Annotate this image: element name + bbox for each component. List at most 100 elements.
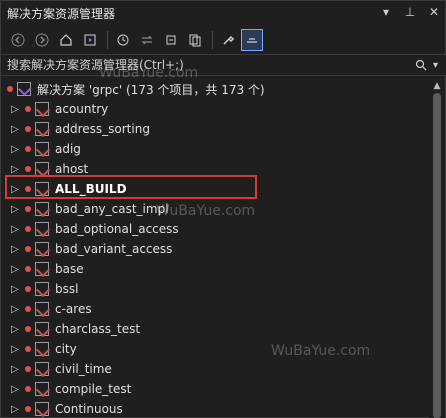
- project-icon: [35, 242, 49, 256]
- project-node[interactable]: ▷ civil_time: [1, 359, 431, 379]
- expand-arrow-icon[interactable]: ▷: [11, 104, 21, 115]
- solution-node[interactable]: 解决方案 'grpc' (173 个项目，共 173 个): [1, 79, 431, 99]
- expand-arrow-icon[interactable]: ▷: [11, 404, 21, 415]
- window-options-button[interactable]: ▾: [377, 3, 395, 21]
- search-icon[interactable]: [409, 59, 433, 71]
- expand-arrow-icon[interactable]: ▷: [11, 164, 21, 175]
- project-label: bad_optional_access: [55, 222, 179, 236]
- project-node[interactable]: ▷ acountry: [1, 99, 431, 119]
- error-dot-icon: [25, 406, 31, 412]
- expand-arrow-icon[interactable]: ▷: [11, 344, 21, 355]
- vertical-scrollbar[interactable]: ▲: [429, 79, 445, 418]
- error-dot-icon: [25, 286, 31, 292]
- project-icon: [35, 102, 49, 116]
- preview-selected-icon[interactable]: [241, 29, 263, 51]
- project-icon: [35, 342, 49, 356]
- sync-icon[interactable]: [136, 29, 158, 51]
- error-dot-icon: [25, 306, 31, 312]
- title-actions: ▾ ⊥ ✕: [377, 3, 443, 21]
- expand-arrow-icon[interactable]: ▷: [11, 124, 21, 135]
- search-options-dropdown-icon[interactable]: ▾: [433, 60, 446, 71]
- project-icon: [35, 222, 49, 236]
- project-icon: [35, 382, 49, 396]
- project-label: city: [55, 342, 77, 356]
- project-label: Continuous: [55, 402, 123, 416]
- toolbar-separator: [107, 31, 108, 49]
- expand-arrow-icon[interactable]: ▷: [11, 244, 21, 255]
- collapse-all-icon[interactable]: [160, 29, 182, 51]
- switch-views-icon[interactable]: [79, 29, 101, 51]
- project-label: address_sorting: [55, 122, 150, 136]
- project-node[interactable]: ▷ bssl: [1, 279, 431, 299]
- project-icon: [35, 162, 49, 176]
- expand-arrow-icon[interactable]: ▷: [11, 264, 21, 275]
- properties-icon[interactable]: [217, 29, 239, 51]
- project-icon: [35, 182, 49, 196]
- project-icon: [35, 262, 49, 276]
- project-node[interactable]: ▷ Continuous: [1, 399, 431, 418]
- expand-arrow-icon[interactable]: ▷: [11, 384, 21, 395]
- expand-arrow-icon[interactable]: ▷: [11, 304, 21, 315]
- project-node[interactable]: ▷ ahost: [1, 159, 431, 179]
- project-label: adig: [55, 142, 81, 156]
- project-node[interactable]: ▷ address_sorting: [1, 119, 431, 139]
- project-icon: [35, 142, 49, 156]
- project-icon: [35, 202, 49, 216]
- search-input[interactable]: [7, 58, 409, 72]
- project-icon: [35, 402, 49, 416]
- project-node[interactable]: ▷ compile_test: [1, 379, 431, 399]
- solution-icon: [17, 82, 31, 96]
- expand-arrow-icon[interactable]: ▷: [11, 204, 21, 215]
- expand-arrow-icon[interactable]: ▷: [11, 144, 21, 155]
- error-dot-icon: [25, 146, 31, 152]
- scroll-thumb[interactable]: [433, 93, 441, 418]
- project-icon: [35, 282, 49, 296]
- error-dot-icon: [25, 106, 31, 112]
- project-node[interactable]: ▷ city: [1, 339, 431, 359]
- show-all-files-icon[interactable]: [184, 29, 206, 51]
- expand-arrow-icon[interactable]: ▷: [11, 224, 21, 235]
- project-icon: [35, 322, 49, 336]
- project-label: ahost: [55, 162, 89, 176]
- error-dot-icon: [25, 126, 31, 132]
- error-dot-icon: [25, 246, 31, 252]
- pending-changes-filter-icon[interactable]: [112, 29, 134, 51]
- project-node[interactable]: ▷ bad_variant_access: [1, 239, 431, 259]
- project-node[interactable]: ▷ base: [1, 259, 431, 279]
- solution-label: 解决方案 'grpc' (173 个项目，共 173 个): [37, 82, 265, 97]
- expand-arrow-icon[interactable]: ▷: [11, 284, 21, 295]
- close-button[interactable]: ✕: [425, 3, 443, 21]
- error-dot-icon: [25, 186, 31, 192]
- expand-arrow-icon[interactable]: ▷: [11, 324, 21, 335]
- project-label: ALL_BUILD: [55, 182, 127, 196]
- window-title: 解决方案资源管理器: [7, 6, 116, 21]
- scroll-up-arrow-icon[interactable]: ▲: [429, 79, 445, 93]
- search-bar: ▾: [1, 54, 446, 76]
- project-node[interactable]: ▷ adig: [1, 139, 431, 159]
- expand-arrow-icon[interactable]: ▷: [11, 364, 21, 375]
- project-label: compile_test: [55, 382, 132, 396]
- error-dot-icon: [25, 326, 31, 332]
- project-icon: [35, 362, 49, 376]
- project-label: bad_any_cast_impl: [55, 202, 169, 216]
- home-icon[interactable]: [55, 29, 77, 51]
- project-node[interactable]: ▷ bad_any_cast_impl: [1, 199, 431, 219]
- expand-arrow-icon[interactable]: ▷: [11, 184, 21, 195]
- project-label: bad_variant_access: [55, 242, 173, 256]
- project-node[interactable]: ▷ charclass_test: [1, 319, 431, 339]
- project-node-selected[interactable]: ▷ ALL_BUILD: [1, 179, 431, 199]
- error-dot-icon: [25, 366, 31, 372]
- error-dot-icon: [25, 386, 31, 392]
- error-dot-icon: [25, 266, 31, 272]
- back-icon[interactable]: [7, 29, 29, 51]
- project-node[interactable]: ▷ c-ares: [1, 299, 431, 319]
- error-dot-icon: [25, 346, 31, 352]
- error-dot-icon: [25, 166, 31, 172]
- project-label: acountry: [55, 102, 109, 116]
- forward-icon[interactable]: [31, 29, 53, 51]
- project-label: charclass_test: [55, 322, 141, 336]
- solution-explorer-panel: 解决方案资源管理器 ▾ ⊥ ✕ 搜索解决方案资源管理器(Ctrl+;) ▾ 解决…: [0, 0, 446, 418]
- pin-button[interactable]: ⊥: [401, 3, 419, 21]
- project-node[interactable]: ▷ bad_optional_access: [1, 219, 431, 239]
- error-dot-icon: [25, 226, 31, 232]
